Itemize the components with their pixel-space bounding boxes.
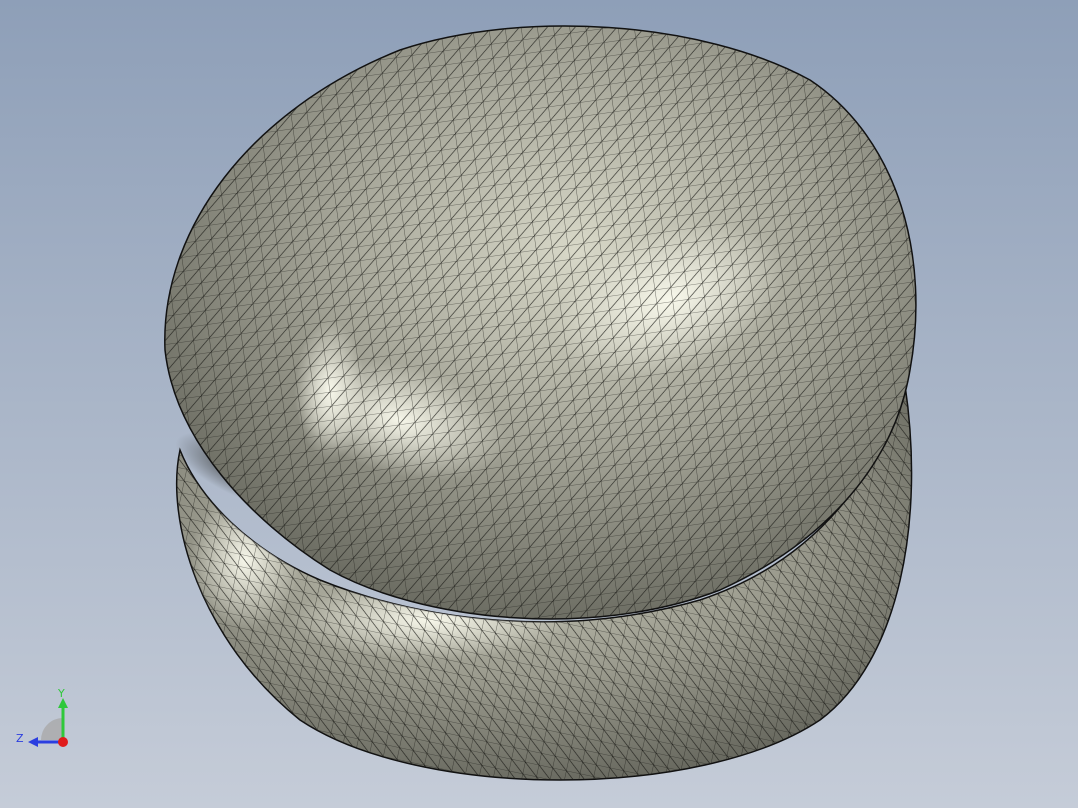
y-axis-label: Y	[58, 687, 65, 700]
z-axis-label: Z	[16, 732, 24, 745]
z-axis-arrow-icon	[28, 737, 38, 747]
coordinate-triad: Y Z	[10, 684, 80, 754]
mesh-model[interactable]	[0, 0, 1078, 808]
x-axis-dot-icon	[58, 737, 68, 747]
triad-quadrant-icon	[41, 718, 63, 740]
graphics-viewport[interactable]: Y Z	[0, 0, 1078, 808]
